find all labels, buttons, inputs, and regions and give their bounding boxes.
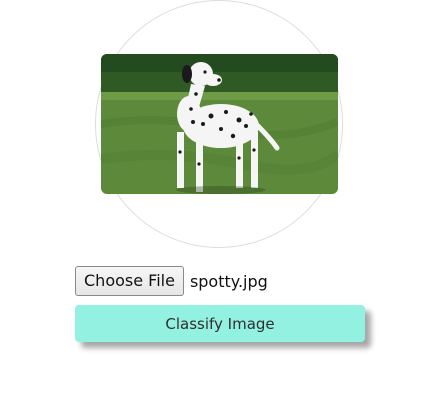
- choose-file-button[interactable]: Choose File: [75, 266, 184, 296]
- dalmatian-photo: [101, 54, 338, 194]
- file-picker: Choose File spotty.jpg: [75, 266, 268, 296]
- selected-file-name: spotty.jpg: [189, 271, 268, 291]
- classify-image-button[interactable]: Classify Image: [75, 305, 365, 342]
- classifier-page: Choose File spotty.jpg Classify Image: [0, 0, 424, 405]
